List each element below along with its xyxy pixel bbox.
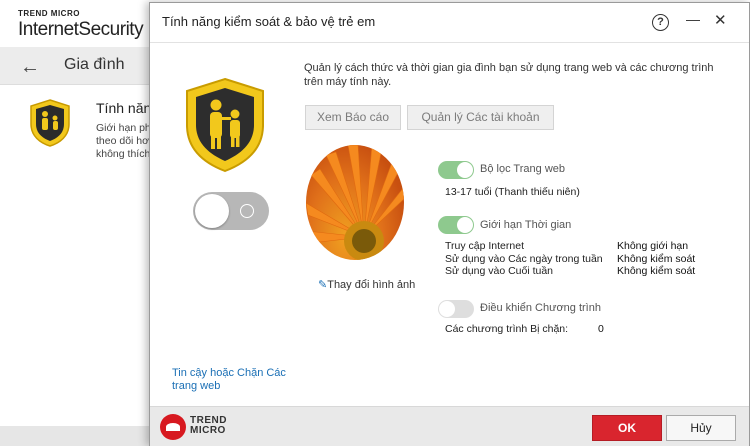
change-image-link[interactable]: ✎Thay đổi hình ảnh <box>318 278 415 291</box>
time-row-value: Không kiểm soát <box>617 265 696 277</box>
blocked-programs-count: 0 <box>598 323 604 335</box>
brand-small: TREND MICRO <box>18 9 80 18</box>
web-filter-toggle[interactable] <box>438 161 474 179</box>
web-filter-label: Bộ lọc Trang web <box>480 163 565 175</box>
feature-desc-line: theo dõi hơ <box>96 135 150 147</box>
feature-desc-line: không thích <box>96 148 151 160</box>
trend-micro-logo-icon <box>160 414 186 440</box>
toggle-off-indicator <box>240 204 254 218</box>
parental-controls-dialog: Tính năng kiểm soát & bảo vệ trẻ em ? — … <box>149 2 750 446</box>
intro-text: Quản lý cách thức và thời gian gia đình … <box>304 62 714 88</box>
trust-block-sites-link[interactable]: Tin cậy hoặc Chặn Các trang web <box>172 367 292 393</box>
title-separator <box>150 42 749 43</box>
family-shield-icon <box>186 77 264 173</box>
program-control-label: Điều khiển Chương trình <box>480 302 601 314</box>
time-limit-toggle[interactable] <box>438 216 474 234</box>
toggle-knob <box>195 194 229 228</box>
pencil-icon: ✎ <box>318 279 328 291</box>
manage-accounts-button[interactable]: Quản lý Các tài khoản <box>407 105 554 130</box>
brand-logo: TREND MICRO InternetSecurity <box>18 9 144 40</box>
close-icon[interactable]: ✕ <box>714 11 727 29</box>
time-limit-label: Giới hạn Thời gian <box>480 219 572 231</box>
main-footer-strip <box>0 426 160 446</box>
view-report-button[interactable]: Xem Báo cáo <box>305 105 401 130</box>
time-row-label: Truy cập Internet <box>445 240 524 252</box>
blocked-programs-label: Các chương trình Bị chặn: <box>445 323 569 335</box>
feature-desc-line: Giới hạn ph <box>96 122 151 134</box>
cancel-button[interactable]: Hủy <box>666 415 736 441</box>
feature-description: Giới hạn ph theo dõi hơ không thích <box>96 122 156 161</box>
time-row-value: Không giới hạn <box>617 240 689 252</box>
flower-image <box>306 145 404 260</box>
minimize-icon[interactable]: — <box>686 11 700 27</box>
logo-line: MICRO <box>190 425 226 436</box>
web-filter-value: 13-17 tuổi (Thanh thiếu niên) <box>445 186 580 198</box>
trend-micro-wordmark: TREND MICRO <box>190 416 227 436</box>
ok-button[interactable]: OK <box>592 415 662 441</box>
back-arrow-icon[interactable]: ← <box>20 56 40 79</box>
time-row-label: Sử dụng vào Các ngày trong tuần <box>445 253 603 265</box>
nav-title: Gia đình <box>64 56 125 73</box>
parental-controls-toggle[interactable] <box>193 192 269 230</box>
dialog-footer: TREND MICRO OK Hủy <box>150 406 749 446</box>
family-shield-icon <box>30 99 70 147</box>
brand-name: InternetSecurity <box>18 19 144 40</box>
program-control-toggle[interactable] <box>438 300 474 318</box>
profile-photo <box>306 145 404 260</box>
time-row-value: Không kiểm soát <box>617 253 696 265</box>
help-icon[interactable]: ? <box>652 14 669 31</box>
dialog-title: Tính năng kiểm soát & bảo vệ trẻ em <box>162 14 376 29</box>
time-row-label: Sử dụng vào Cuối tuần <box>445 265 554 277</box>
change-image-label: Thay đổi hình ảnh <box>327 279 416 291</box>
